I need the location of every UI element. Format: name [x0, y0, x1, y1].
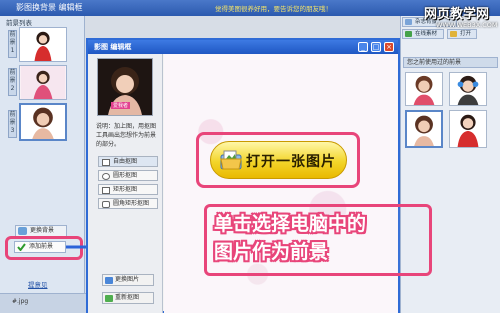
open-button[interactable]: 打开: [447, 29, 477, 39]
foreground-slot-3[interactable]: [19, 103, 67, 141]
redo-cutout-icon: [105, 295, 113, 302]
watermark-title: 网页教学网: [424, 7, 490, 22]
free-cutout-button[interactable]: 自由抠图: [98, 156, 158, 167]
change-background-label: 更换背景: [30, 227, 55, 234]
redo-cutout-label: 重新抠图: [115, 294, 140, 301]
close-icon[interactable]: ×: [384, 42, 394, 52]
used-foregrounds-title: 您之前使用过的前景: [403, 57, 498, 68]
foreground-thumbnail-3: [21, 105, 65, 139]
foreground-slot-2[interactable]: [19, 65, 67, 100]
circle-cutout-label: 圆形抠图: [113, 172, 138, 179]
replace-image-label: 更换图片: [115, 276, 140, 283]
folder-icon: [450, 31, 457, 37]
editor-tool-panel: 爱我者 说明：加上图，用抠图工具画出您想作为前景的部分。 自由抠图 圆形抠图 矩…: [88, 54, 163, 313]
feedback-link[interactable]: 提意见: [28, 279, 48, 289]
magazine-icon: [405, 19, 412, 25]
rounded-rect-cutout-icon: [102, 201, 110, 208]
rect-cutout-button[interactable]: 矩形抠图: [98, 184, 158, 195]
editor-title-bar: 影图 编辑框 _ □ ×: [88, 40, 398, 54]
rect-cutout-icon: [102, 187, 110, 194]
add-foreground-label: 添加前景: [29, 243, 54, 250]
checkmark-icon: [17, 243, 26, 252]
replace-image-button[interactable]: 更换图片: [102, 274, 154, 286]
main-window-title: 影图换背景 编辑框: [16, 3, 83, 12]
image-folder-icon: [220, 150, 242, 170]
rect-cutout-label: 矩形抠图: [113, 186, 138, 193]
rounded-rect-cutout-label: 圆角矩形抠图: [113, 200, 150, 207]
caption-line-1: 单击选择电脑中的: [214, 213, 367, 235]
online-icon: [405, 31, 412, 37]
rounded-rect-cutout-button[interactable]: 圆角矩形抠图: [98, 198, 158, 209]
used-foreground-3[interactable]: [405, 110, 443, 148]
minimize-icon[interactable]: _: [358, 42, 368, 52]
used-foreground-2[interactable]: [449, 72, 487, 106]
foreground-slot-3-label: 前景3: [8, 110, 17, 138]
caption-line-2: 图片作为前景: [214, 241, 329, 263]
redo-cutout-button[interactable]: 重新抠图: [102, 292, 154, 304]
foreground-slot-1[interactable]: [19, 27, 67, 62]
used-foreground-thumb-2: [450, 73, 486, 105]
open-label: 打开: [460, 31, 472, 37]
editor-description: 说明：加上图，用抠图工具画出您想作为前景的部分。: [96, 123, 157, 148]
circle-cutout-button[interactable]: 圆形抠图: [98, 170, 158, 181]
used-foreground-1[interactable]: [405, 72, 443, 106]
foreground-thumbnail-1: [20, 28, 66, 61]
foreground-list-header: 前景列表: [6, 19, 32, 27]
used-foreground-thumb-4: [450, 111, 486, 147]
foreground-slot-1-label: 前景1: [8, 30, 17, 58]
replace-image-icon: [105, 277, 113, 284]
open-image-button[interactable]: 打开一张图片: [210, 141, 347, 179]
maximize-icon[interactable]: □: [371, 42, 381, 52]
file-name: #.jpg: [12, 298, 29, 305]
file-status-bar: #.jpg: [0, 293, 86, 313]
open-image-label: 打开一张图片: [246, 154, 336, 170]
online-material-label: 在线素材: [415, 31, 438, 37]
circle-cutout-icon: [102, 173, 110, 180]
used-foreground-thumb-3: [407, 112, 441, 146]
used-foreground-4[interactable]: [449, 110, 487, 148]
free-cutout-label: 自由抠图: [113, 158, 138, 165]
add-foreground-button[interactable]: 添加前景: [14, 241, 66, 253]
online-material-button[interactable]: 在线素材: [402, 29, 444, 39]
watermark-url: WWW.WEB3X.COM: [436, 21, 498, 29]
editor-title: 影图 编辑框: [94, 43, 132, 51]
preview-image: 爱我者: [97, 58, 153, 116]
foreground-thumbnail-2: [20, 66, 66, 99]
used-foreground-thumb-1: [406, 73, 442, 105]
preview-badge: 爱我者: [111, 102, 131, 109]
free-cutout-icon: [102, 159, 110, 166]
foreground-slot-2-label: 前景2: [8, 68, 17, 96]
marquee-text: 觉得美图很养好用，要告诉您的朋友哦！: [215, 5, 332, 13]
change-background-icon: [18, 227, 27, 235]
